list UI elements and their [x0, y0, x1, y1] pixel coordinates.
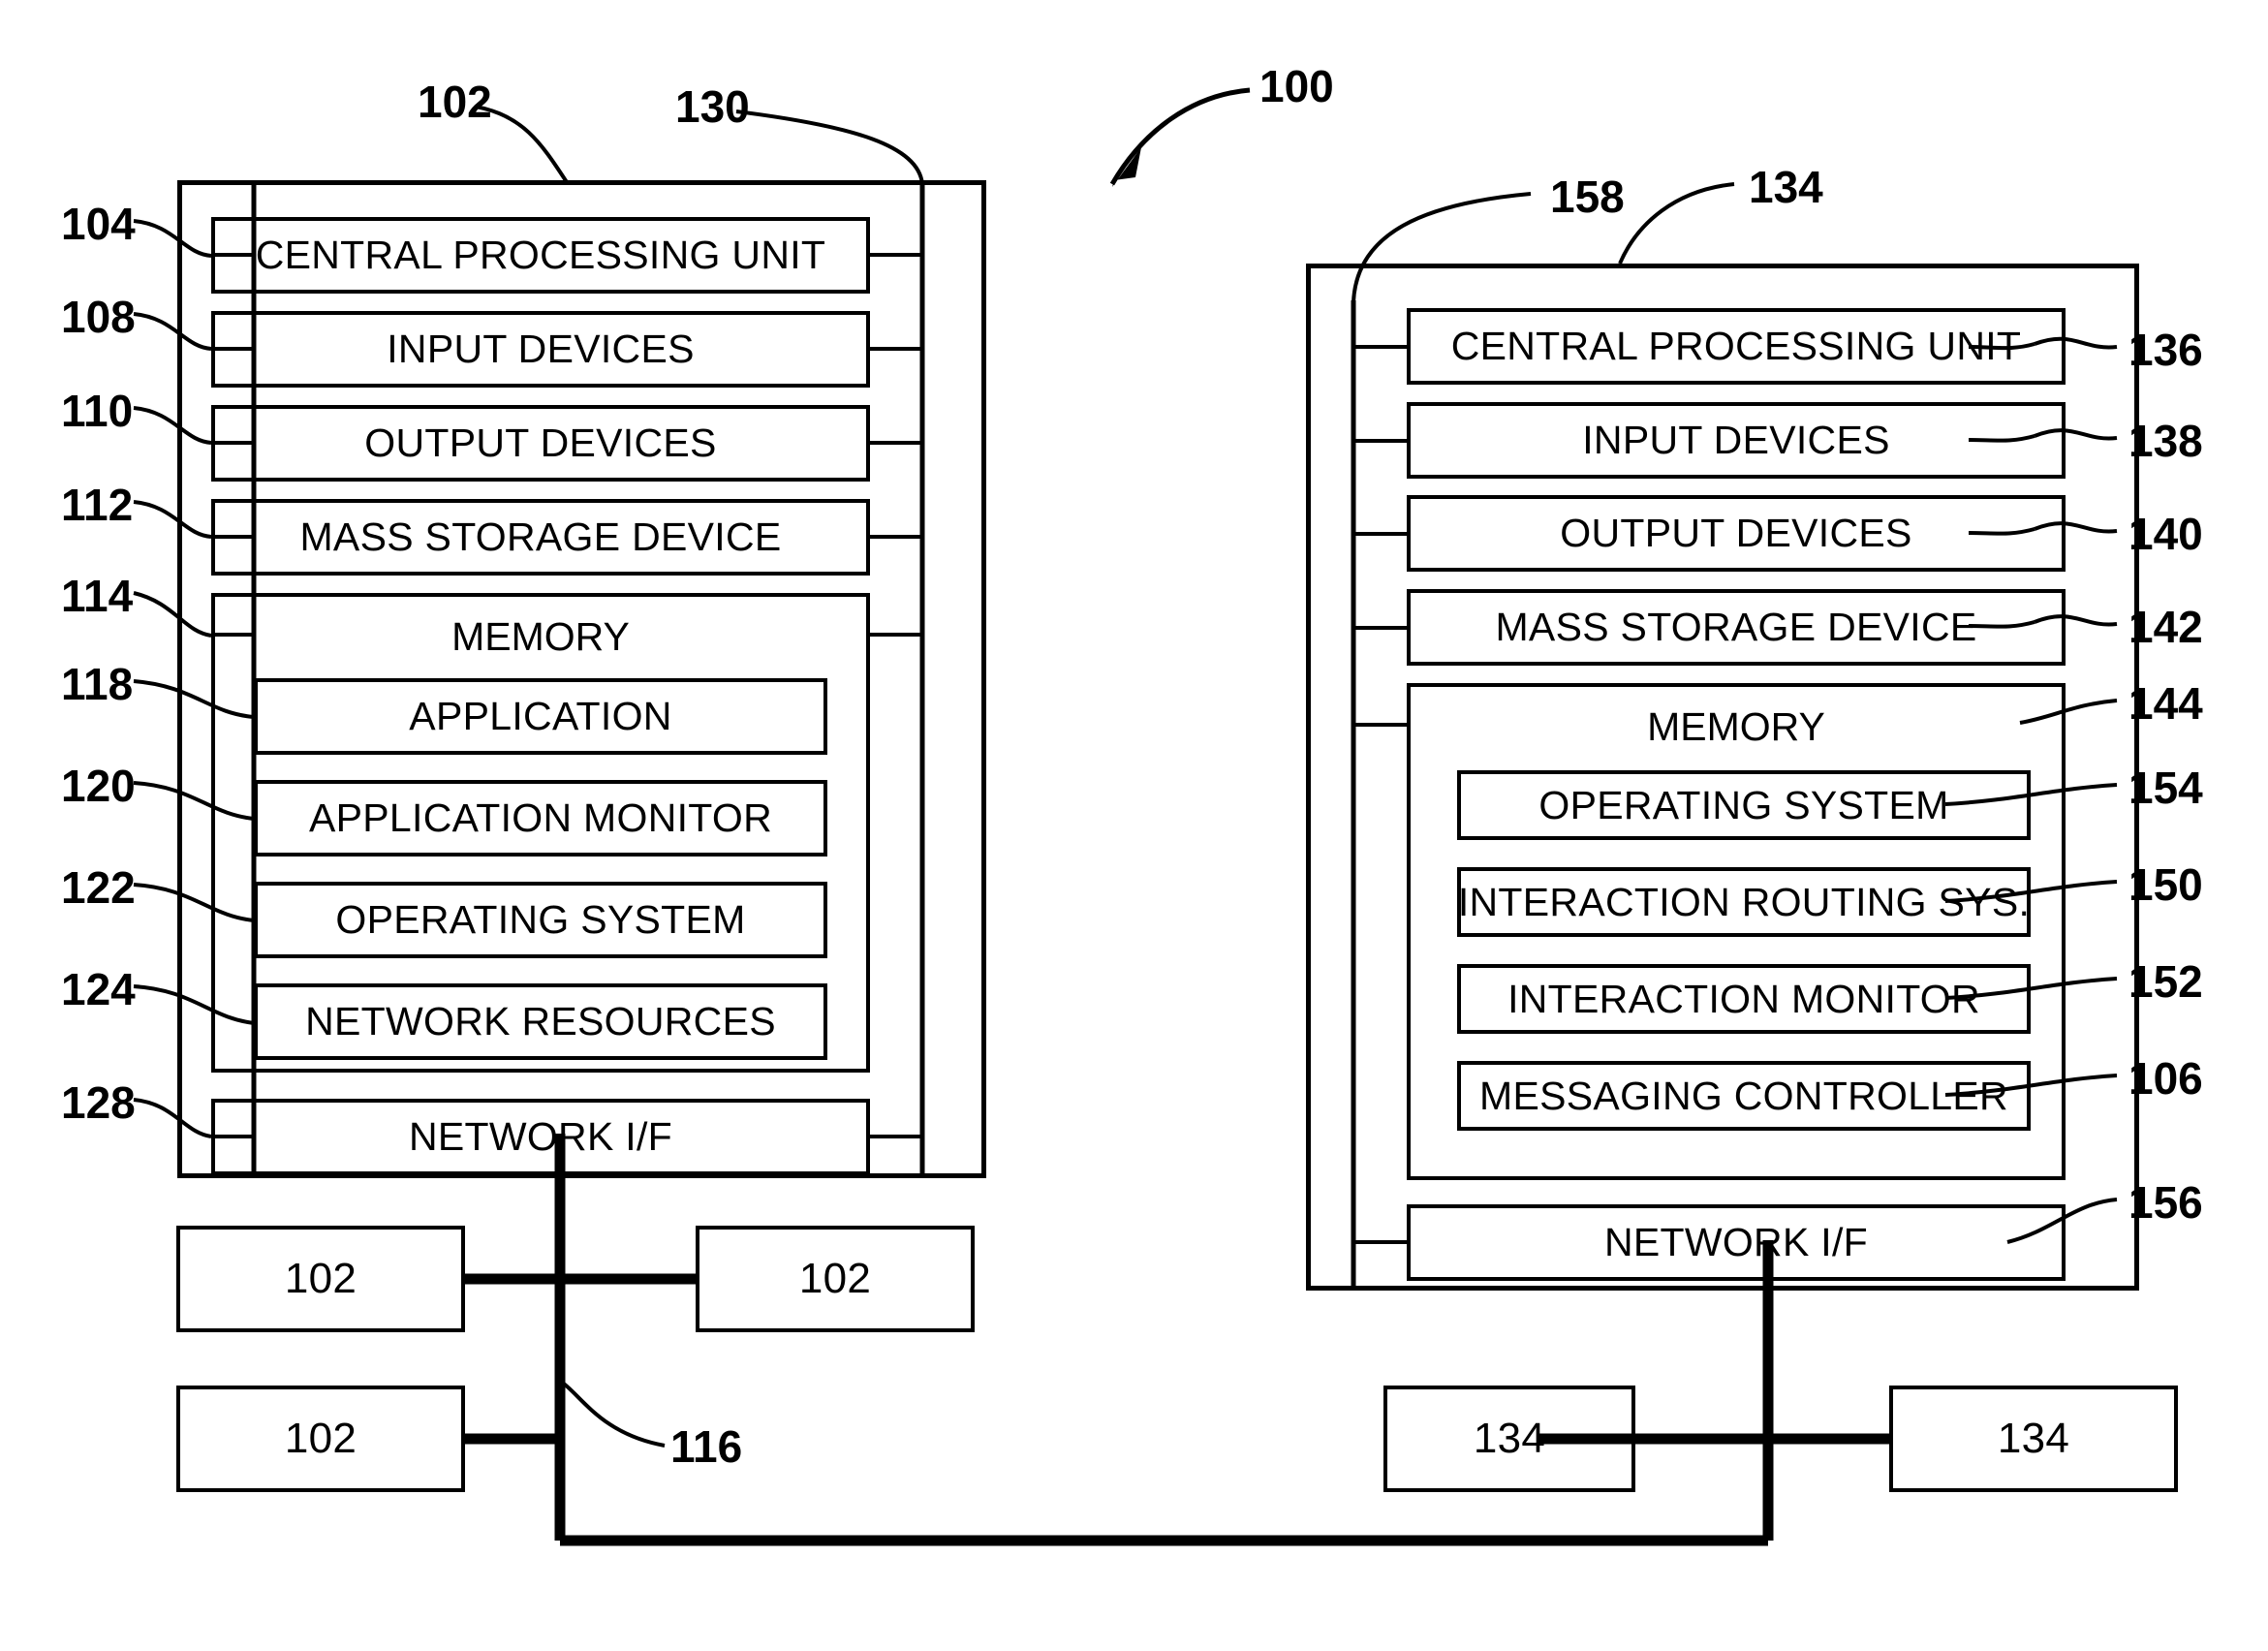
left-operating-system-box[interactable]: OPERATING SYSTEM — [254, 882, 827, 958]
ref-144: 144 — [2128, 678, 2203, 729]
network-node-left-1[interactable]: 102 — [176, 1226, 465, 1332]
left-memory-label: MEMORY — [451, 614, 630, 659]
network-node-left-3[interactable]: 102 — [176, 1386, 465, 1492]
network-node-right-1[interactable]: 134 — [1383, 1386, 1635, 1492]
left-output-devices-box[interactable]: OUTPUT DEVICES — [211, 405, 870, 482]
right-messaging-controller-label: MESSAGING CONTROLLER — [1479, 1073, 2008, 1118]
ref-154: 154 — [2128, 763, 2203, 813]
ref-102: 102 — [418, 77, 492, 127]
left-input-devices-box[interactable]: INPUT DEVICES — [211, 311, 870, 388]
right-interaction-monitor-label: INTERACTION MONITOR — [1507, 976, 1980, 1021]
ref-124: 124 — [61, 964, 136, 1014]
right-cpu-box[interactable]: CENTRAL PROCESSING UNIT — [1407, 308, 2066, 385]
leader-130 — [735, 109, 924, 185]
left-network-resources-box[interactable]: NETWORK RESOURCES — [254, 983, 827, 1060]
right-messaging-controller-box[interactable]: MESSAGING CONTROLLER — [1457, 1061, 2031, 1131]
right-interaction-routing-box[interactable]: INTERACTION ROUTING SYS. — [1457, 867, 2031, 937]
left-application-label: APPLICATION — [409, 694, 672, 738]
ref-116: 116 — [670, 1421, 743, 1472]
right-interaction-routing-label: INTERACTION ROUTING SYS. — [1457, 879, 2031, 924]
left-output-devices-label: OUTPUT DEVICES — [364, 421, 717, 465]
left-application-monitor-label: APPLICATION MONITOR — [308, 795, 773, 840]
left-operating-system-label: OPERATING SYSTEM — [335, 897, 746, 942]
ref-138: 138 — [2128, 416, 2203, 466]
leader-134 — [1618, 182, 1735, 265]
network-node-left-2[interactable]: 102 — [696, 1226, 975, 1332]
left-network-if-label: NETWORK I/F — [408, 1114, 673, 1159]
network-node-right-2[interactable]: 134 — [1889, 1386, 2178, 1492]
left-application-monitor-box[interactable]: APPLICATION MONITOR — [254, 780, 827, 857]
right-cpu-label: CENTRAL PROCESSING UNIT — [1450, 324, 2022, 368]
left-mass-storage-label: MASS STORAGE DEVICE — [299, 514, 782, 559]
ref-112: 112 — [61, 480, 134, 530]
right-memory-label: MEMORY — [1647, 704, 1825, 749]
ref-108: 108 — [61, 292, 136, 342]
network-node-right-2-label: 134 — [1997, 1415, 2070, 1462]
ref-150: 150 — [2128, 859, 2203, 910]
ref-134: 134 — [1749, 162, 1823, 212]
right-mass-storage-box[interactable]: MASS STORAGE DEVICE — [1407, 589, 2066, 666]
ref-110: 110 — [61, 386, 134, 436]
ref-152: 152 — [2128, 956, 2203, 1007]
network-node-left-2-label: 102 — [798, 1255, 872, 1302]
ref-118: 118 — [61, 659, 134, 709]
ref-128: 128 — [61, 1077, 136, 1128]
ref-106: 106 — [2128, 1053, 2203, 1104]
left-mass-storage-box[interactable]: MASS STORAGE DEVICE — [211, 499, 870, 576]
patent-figure-100: CENTRAL PROCESSING UNIT INPUT DEVICES OU… — [0, 0, 2268, 1651]
right-input-devices-label: INPUT DEVICES — [1582, 418, 1890, 462]
ref-100: 100 — [1259, 61, 1334, 111]
right-network-if-label: NETWORK I/F — [1603, 1220, 1869, 1264]
right-operating-system-box[interactable]: OPERATING SYSTEM — [1457, 770, 2031, 840]
ref-120: 120 — [61, 761, 136, 811]
leader-116 — [558, 1379, 666, 1448]
network-node-right-1-label: 134 — [1473, 1415, 1546, 1462]
ref-104: 104 — [61, 199, 136, 249]
left-input-devices-label: INPUT DEVICES — [387, 327, 695, 371]
ref-122: 122 — [61, 862, 136, 913]
ref-136: 136 — [2128, 325, 2203, 375]
network-node-left-3-label: 102 — [284, 1415, 357, 1462]
right-mass-storage-label: MASS STORAGE DEVICE — [1495, 605, 1977, 649]
left-cpu-label: CENTRAL PROCESSING UNIT — [255, 233, 826, 277]
ref-142: 142 — [2128, 602, 2203, 652]
left-network-if-box[interactable]: NETWORK I/F — [211, 1099, 870, 1175]
left-cpu-box[interactable]: CENTRAL PROCESSING UNIT — [211, 217, 870, 294]
ref-114: 114 — [61, 571, 134, 621]
right-interaction-monitor-box[interactable]: INTERACTION MONITOR — [1457, 964, 2031, 1034]
network-node-left-1-label: 102 — [284, 1255, 357, 1302]
right-output-devices-label: OUTPUT DEVICES — [1560, 511, 1912, 555]
right-network-if-box[interactable]: NETWORK I/F — [1407, 1204, 2066, 1281]
ref-130: 130 — [675, 81, 750, 132]
left-application-box[interactable]: APPLICATION — [254, 678, 827, 755]
ref-158: 158 — [1550, 171, 1625, 222]
right-operating-system-label: OPERATING SYSTEM — [1538, 782, 1949, 827]
right-input-devices-box[interactable]: INPUT DEVICES — [1407, 402, 2066, 479]
right-output-devices-box[interactable]: OUTPUT DEVICES — [1407, 495, 2066, 572]
left-network-resources-label: NETWORK RESOURCES — [305, 999, 776, 1044]
ref-140: 140 — [2128, 509, 2203, 559]
ref-156: 156 — [2128, 1177, 2203, 1228]
